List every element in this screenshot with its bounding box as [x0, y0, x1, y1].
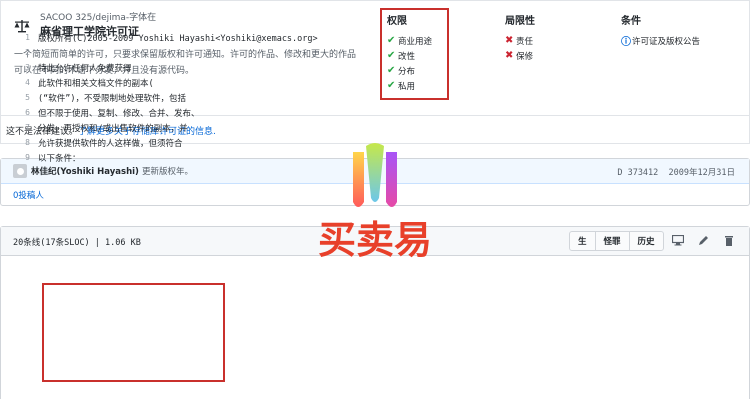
commit-author[interactable]: 林佳纪(Yoshiki Hayashi)	[31, 165, 139, 177]
line-content: 分发、再授权和/或出售软件的副本，并	[38, 123, 188, 134]
line-number[interactable]: 8	[0, 138, 38, 147]
avatar[interactable]	[13, 164, 27, 178]
code-line: 6 但不限于使用、复制、修改、合并、发布、	[0, 105, 748, 120]
line-content: 但不限于使用、复制、修改、合并、发布、	[38, 108, 200, 119]
line-content: 允许获提供软件的人这样做，但须符合	[38, 138, 183, 149]
code-line: 3 特此允许任何人免费获得	[0, 60, 748, 75]
raw-button[interactable]: 生	[569, 231, 596, 251]
blame-button[interactable]: 怪罪	[594, 231, 630, 251]
line-number[interactable]: 5	[0, 93, 38, 102]
trash-icon[interactable]	[723, 235, 735, 246]
code-line: 4 此软件和相关文档文件的副本(	[0, 75, 748, 90]
line-number[interactable]: 2	[0, 48, 38, 57]
license-path: SACOO 325/dejima-字体在	[40, 13, 157, 23]
desktop-icon[interactable]	[672, 235, 684, 246]
history-button[interactable]: 历史	[628, 231, 664, 251]
line-number[interactable]: 7	[0, 123, 38, 132]
limitations-heading: 局限性	[505, 16, 535, 27]
pencil-icon[interactable]	[698, 235, 710, 246]
code-highlight-box	[42, 283, 225, 382]
line-number[interactable]: 9	[0, 153, 38, 162]
line-content: 以下条件：	[38, 153, 81, 164]
code-line: 5 (“软件”)，不受限制地处理软件，包括	[0, 90, 748, 105]
commit-date: 2009年12月31日	[668, 168, 735, 178]
line-number[interactable]: 3	[0, 63, 38, 72]
line-number[interactable]: 1	[0, 33, 38, 42]
line-content: 此软件和相关文档文件的副本(	[38, 78, 154, 89]
commit-hash[interactable]: D 373412	[617, 168, 658, 178]
code-line: 2	[0, 45, 748, 60]
watermark-text: 买卖易	[318, 218, 432, 262]
code-line: 1 版权所有(C)2005-2009 Yoshiki Hayashi<Yoshik…	[0, 30, 748, 45]
conditions-heading: 条件	[621, 16, 641, 27]
line-content: (“软件”)，不受限制地处理软件，包括	[38, 93, 186, 104]
line-content: 特此允许任何人免费获得	[38, 63, 132, 74]
line-number[interactable]: 6	[0, 108, 38, 117]
commit-message[interactable]: 更新版权年。	[142, 165, 193, 177]
file-actions: 生 怪罪 历史	[569, 231, 664, 251]
file-info: 20条线(17条SLOC) | 1.06 KB	[13, 238, 141, 248]
commit-meta: D 373412 2009年12月31日	[617, 166, 735, 178]
code-line: 7 分发、再授权和/或出售软件的副本，并	[0, 120, 748, 135]
line-content: 版权所有(C)2005-2009 Yoshiki Hayashi<Yoshiki…	[38, 33, 318, 44]
watermark-logo: 买卖易	[318, 143, 432, 262]
line-number[interactable]: 4	[0, 78, 38, 87]
